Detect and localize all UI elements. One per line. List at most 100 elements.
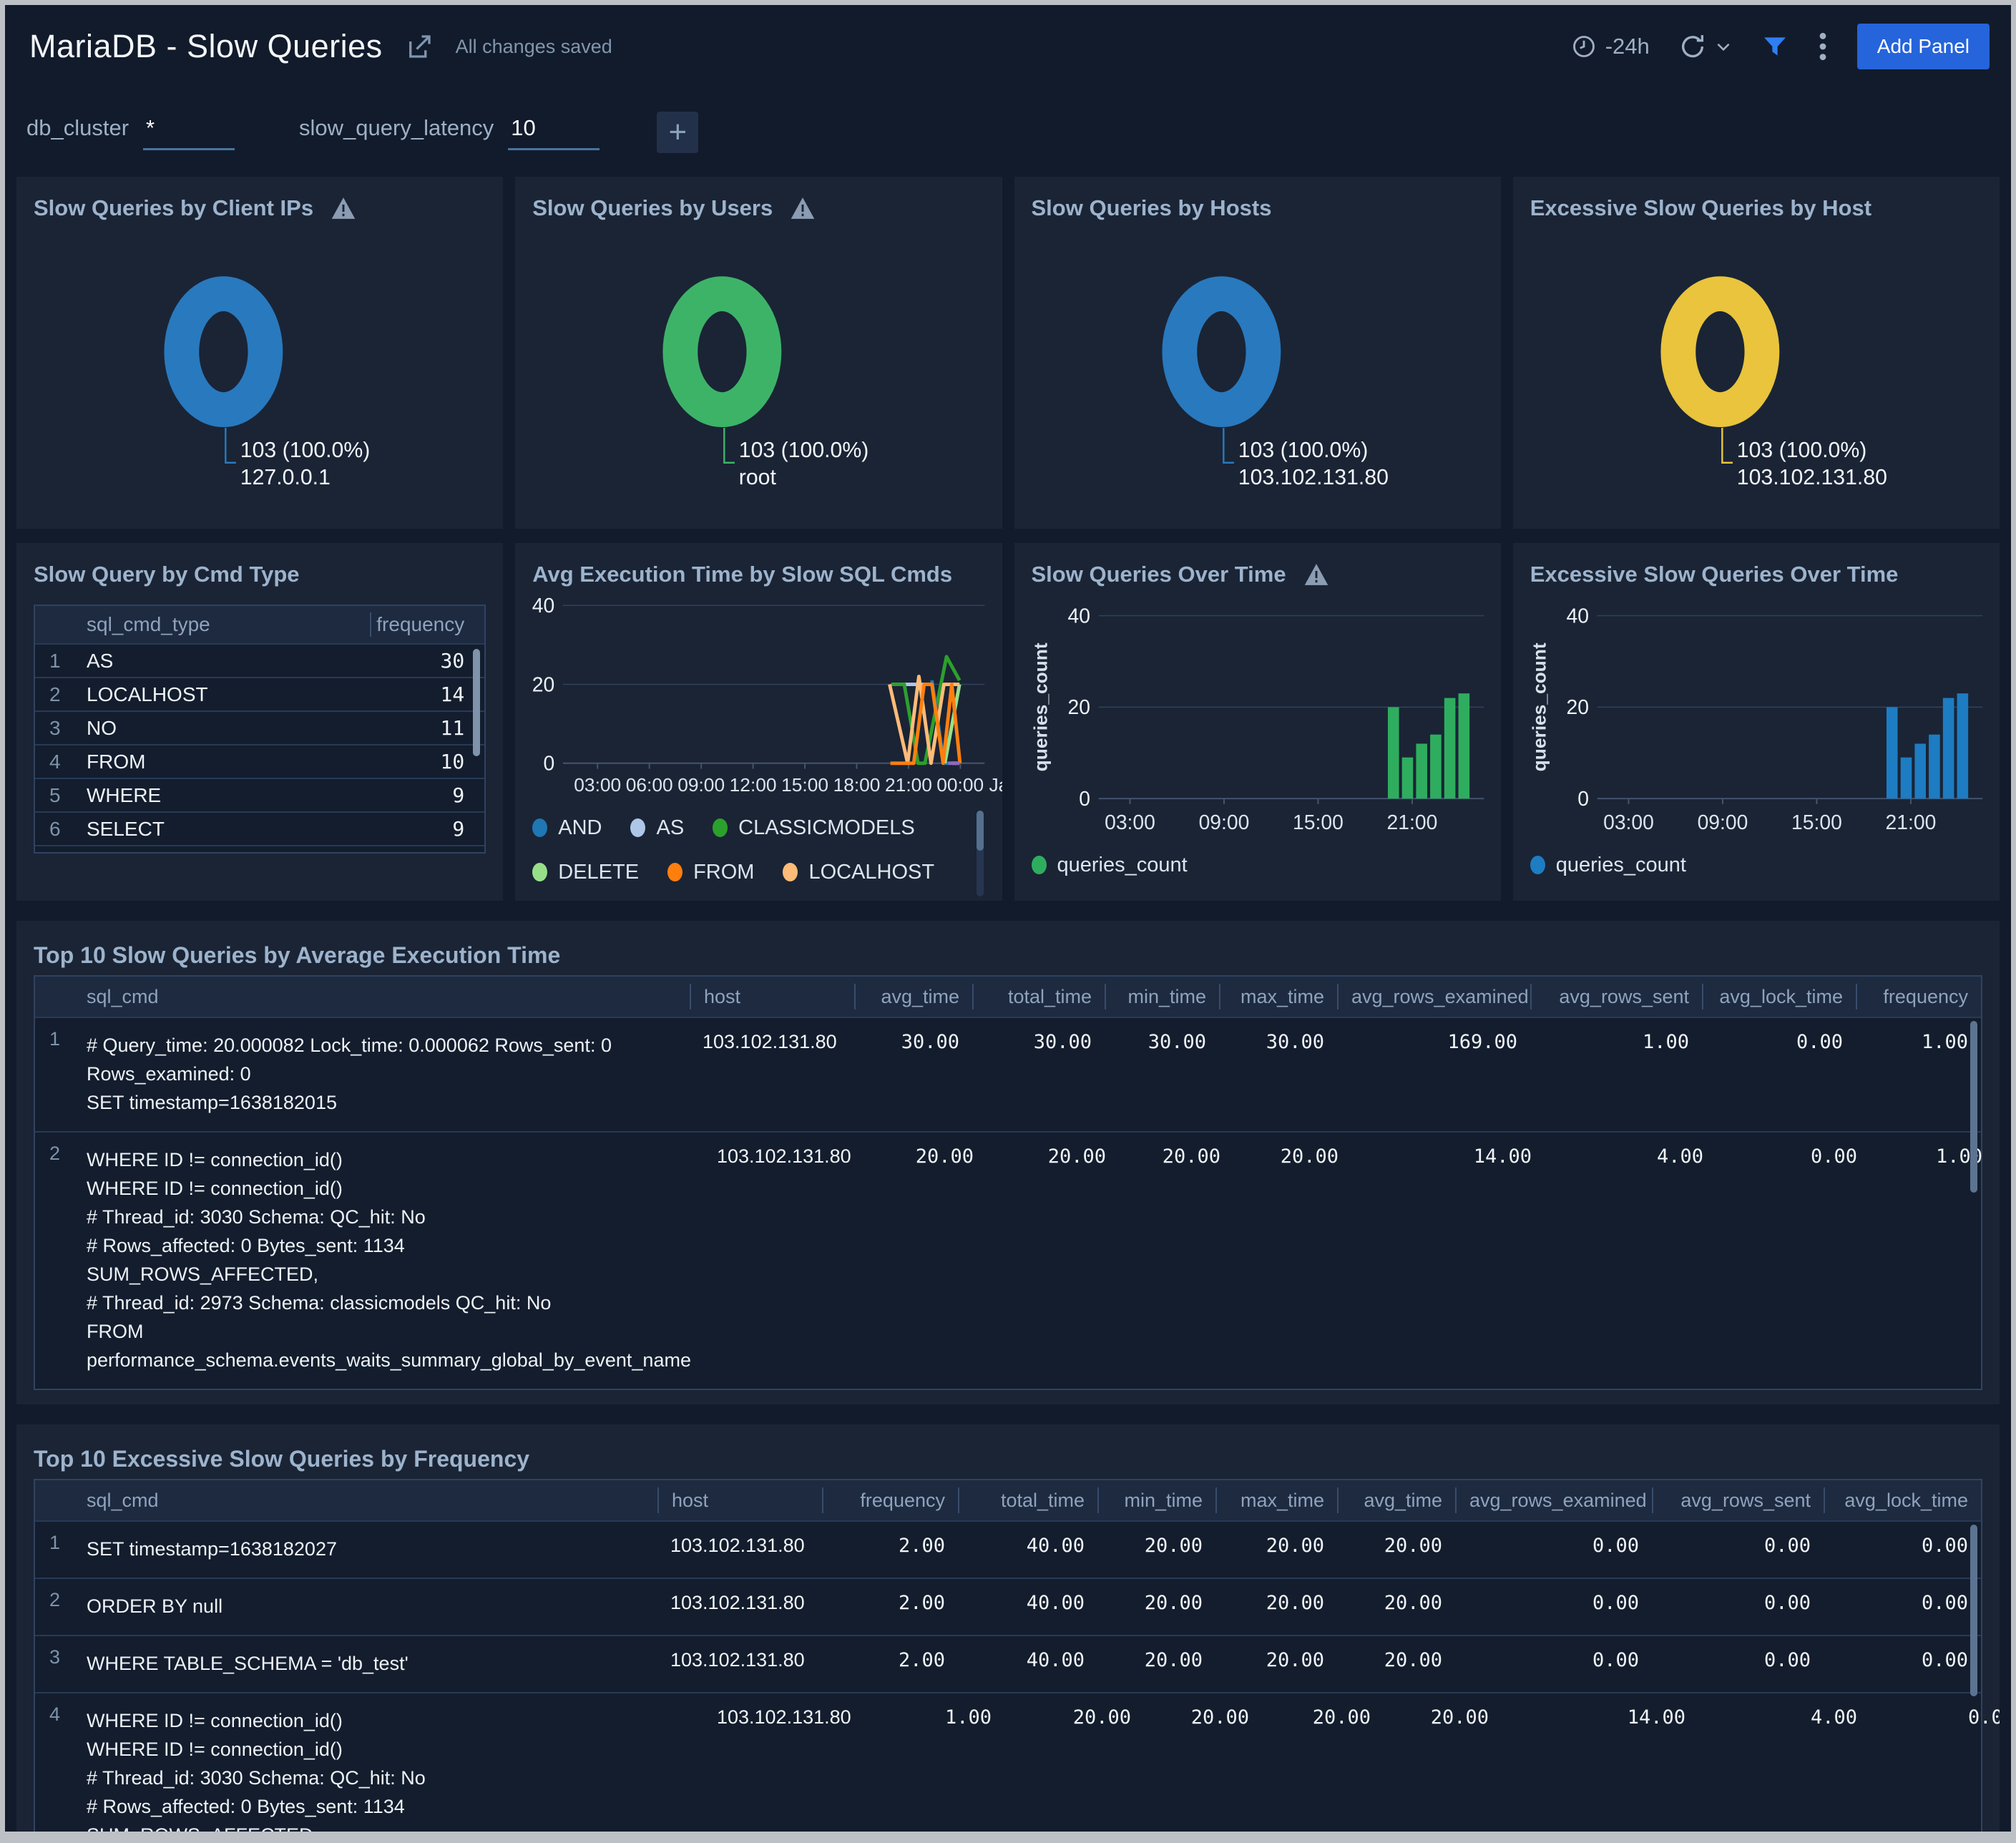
kebab-menu-icon[interactable] — [1817, 31, 1829, 62]
avg-exec-panel: Avg Execution Time by Slow SQL Cmds 0 20 4… — [515, 543, 1002, 901]
col-max_time[interactable]: max_time — [1215, 1487, 1337, 1513]
col-total_time[interactable]: total_time — [972, 984, 1105, 1010]
col-avg_rows_sent[interactable]: avg_rows_sent — [1530, 984, 1702, 1010]
col-avg_time[interactable]: avg_time — [854, 984, 972, 1010]
legend-item-queries-count[interactable]: queries_count — [1530, 846, 1686, 884]
cmd-table-scrollbar[interactable] — [473, 649, 481, 756]
filter-icon[interactable] — [1761, 33, 1789, 60]
col-avg_rows_examined[interactable]: avg_rows_examined — [1455, 1487, 1652, 1513]
col-frequency[interactable]: frequency — [370, 612, 484, 637]
refresh-button[interactable] — [1678, 32, 1733, 61]
svg-text:21:00: 21:00 — [1386, 811, 1437, 833]
value-cell: 20.00 — [1144, 1535, 1203, 1557]
col-sql_cmd[interactable]: sql_cmd — [74, 986, 690, 1008]
col-avg_rows_sent[interactable]: avg_rows_sent — [1652, 1487, 1824, 1513]
cmd-type-table: sql_cmd_type frequency 1 AS 30 2 LOCALHOST 14 3 N… — [34, 605, 486, 854]
col-avg_rows_examined[interactable]: avg_rows_examined — [1337, 984, 1530, 1010]
top-slow-queries-table: sql_cmd host avg_time total_time min_time max… — [34, 975, 1982, 1390]
donut-chart[interactable]: 103 (100.0%) 103.102.131.80 — [1530, 225, 1982, 514]
legend-scrollbar[interactable] — [976, 811, 984, 851]
col-min_time[interactable]: min_time — [1105, 984, 1219, 1010]
avg-exec-line-chart[interactable]: 0 20 40 03:00 06:00 09:00 12:00 15:00 18:00 21:00… — [532, 592, 1002, 806]
value-cell: 20.00 — [1430, 1706, 1489, 1729]
legend-item-localhost[interactable]: LOCALHOST — [783, 854, 934, 891]
value-cell: 20.00 — [1162, 1145, 1220, 1168]
warning-icon — [791, 197, 815, 219]
col-max_time[interactable]: max_time — [1219, 984, 1337, 1010]
legend-dot — [1530, 856, 1545, 874]
cmd-table-row: 1 AS 30 — [35, 643, 485, 677]
table-scrollbar[interactable] — [1970, 1021, 1977, 1193]
value-cell: 20.00 — [1280, 1145, 1339, 1168]
donut-chart[interactable]: 103 (100.0%) 127.0.0.1 — [34, 225, 486, 514]
slow-over-time-legend: queries_count — [1031, 846, 1484, 889]
donut-chart[interactable]: 103 (100.0%) 103.102.131.80 — [1032, 225, 1484, 514]
filter-slow-query-latency: slow_query_latency 10 — [299, 115, 600, 150]
col-avg_time[interactable]: avg_time — [1337, 1487, 1455, 1513]
col-frequency[interactable]: frequency — [822, 1487, 958, 1513]
svg-text:18:00: 18:00 — [833, 774, 881, 796]
svg-text:40: 40 — [1067, 604, 1090, 627]
value-cell: 40.00 — [1026, 1592, 1085, 1614]
cmd-table-row: 7SET9 — [35, 845, 485, 852]
col-host[interactable]: host — [690, 984, 854, 1010]
value-cell: 14.00 — [1473, 1145, 1532, 1168]
bar — [1914, 743, 1926, 799]
svg-text:21:00: 21:00 — [885, 774, 932, 796]
bar — [1886, 707, 1898, 799]
col-avg_lock_time[interactable]: avg_lock_time — [1824, 1487, 1981, 1513]
col-frequency[interactable]: frequency — [1856, 984, 1981, 1010]
value-cell: 1.00 — [1921, 1031, 1968, 1053]
svg-text:21:00: 21:00 — [1885, 811, 1936, 833]
excessive-over-time-bar-chart[interactable]: queries_count 0 20 40 03:00 09:00 15:00 21:00 — [1528, 592, 1982, 844]
value-cell: 0.00 — [1763, 1535, 1811, 1557]
col-host[interactable]: host — [657, 1487, 822, 1513]
legend-item-delete[interactable]: DELETE — [532, 854, 639, 891]
add-filter-button[interactable]: + — [657, 112, 699, 153]
share-icon[interactable] — [404, 31, 434, 62]
col-min_time[interactable]: min_time — [1097, 1487, 1215, 1513]
legend-item-queries-count[interactable]: queries_count — [1031, 846, 1188, 884]
y-axis-label: queries_count — [1528, 642, 1550, 771]
panel-title: Slow Queries by Hosts — [1031, 195, 1272, 220]
slow-query-latency-input[interactable]: 10 — [508, 115, 600, 150]
value-cell: 1.00 — [944, 1706, 992, 1729]
bar — [1401, 757, 1413, 799]
value-cell: 20.00 — [1384, 1649, 1442, 1671]
value-cell: 40.00 — [1026, 1649, 1085, 1671]
table-scrollbar[interactable] — [1970, 1525, 1977, 1696]
panel-title: Slow Queries by Client IPs — [34, 195, 314, 220]
time-range-button[interactable]: -24h — [1571, 34, 1650, 59]
legend-item-overflow[interactable] — [733, 898, 748, 899]
legend-item-classicmodels[interactable]: CLASSICMODELS — [713, 809, 915, 846]
warning-icon — [1304, 564, 1328, 585]
donut-chart[interactable]: 103 (100.0%) root — [532, 225, 984, 514]
svg-text:03:00: 03:00 — [574, 774, 622, 796]
col-total_time[interactable]: total_time — [958, 1487, 1097, 1513]
cmd-table-row: 2 LOCALHOST 14 — [35, 677, 485, 710]
svg-text:0: 0 — [1079, 787, 1090, 810]
legend-item-no[interactable]: NO — [647, 898, 704, 899]
col-avg_lock_time[interactable]: avg_lock_time — [1702, 984, 1856, 1010]
slow-over-time-bar-chart[interactable]: queries_count 0 20 40 03:00 09:00 15:00 21:00 — [1029, 592, 1484, 844]
legend-item-and[interactable]: AND — [532, 809, 602, 846]
add-panel-button[interactable]: Add Panel — [1856, 24, 1990, 69]
panel-title: Slow Queries Over Time — [1031, 562, 1286, 587]
section-title: Top 10 Excessive Slow Queries by Frequen… — [34, 1445, 530, 1472]
legend-item-name[interactable]: NAME — [532, 898, 618, 899]
svg-text:00:00 Jan 13: 00:00 Jan 13 — [937, 774, 1002, 796]
value-cell: 2.00 — [898, 1592, 945, 1614]
table-header: sql_cmd host avg_time total_time min_time max… — [35, 977, 1981, 1017]
col-sql-cmd-type[interactable]: sql_cmd_type — [82, 613, 370, 636]
value-cell: 2.00 — [898, 1535, 945, 1557]
host-cell: 103.102.131.80 — [716, 1145, 851, 1167]
page-title: MariaDB - Slow Queries — [29, 28, 383, 64]
legend-item-from[interactable]: FROM — [667, 854, 754, 891]
legend-item-as[interactable]: AS — [630, 809, 684, 846]
col-sql_cmd[interactable]: sql_cmd — [74, 1490, 657, 1512]
value-cell: 40.00 — [1026, 1535, 1085, 1557]
value-cell: 169.00 — [1447, 1031, 1517, 1053]
value-cell: 0.00 — [1592, 1592, 1639, 1614]
db-cluster-input[interactable]: * — [143, 115, 235, 150]
legend-item-overflow[interactable] — [776, 898, 791, 899]
